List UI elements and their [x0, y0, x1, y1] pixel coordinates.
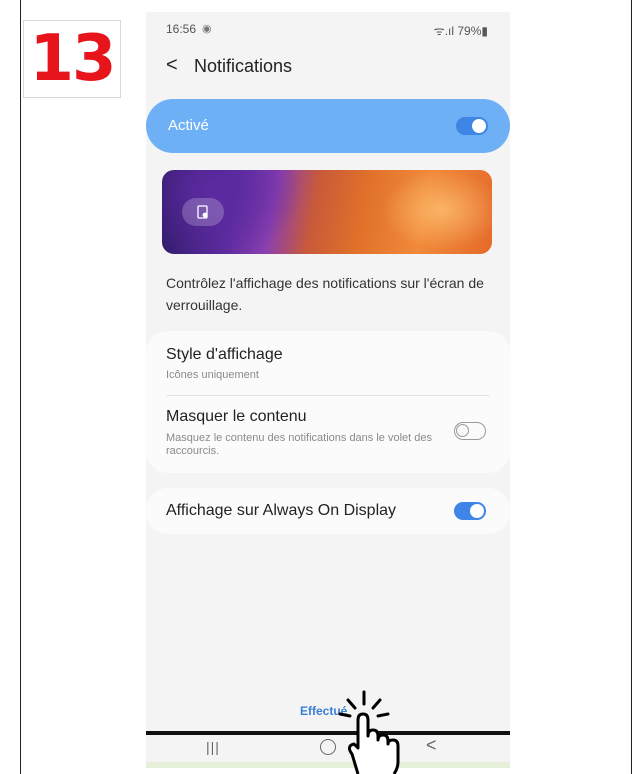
lockscreen-preview	[162, 170, 492, 254]
tap-hand-icon	[338, 690, 400, 774]
hide-content-subtitle: Masquez le contenu des notifications dan…	[166, 432, 432, 457]
back-icon[interactable]: <	[166, 54, 178, 76]
hide-content-row[interactable]: Masquer le contenu Masquez le contenu de…	[146, 396, 510, 473]
toggle-knob	[470, 504, 484, 518]
master-toggle-switch[interactable]	[456, 117, 488, 135]
status-time: 16:56	[166, 22, 197, 36]
style-row[interactable]: Style d'affichage Icônes uniquement	[146, 331, 510, 395]
hide-content-toggle[interactable]	[454, 422, 486, 440]
recents-icon[interactable]: |||	[206, 739, 220, 755]
settings-doc-icon	[197, 205, 208, 219]
lock-screen-settings-icon[interactable]	[182, 198, 224, 226]
nav-back-icon[interactable]: <	[426, 735, 437, 756]
style-title: Style d'affichage	[166, 346, 283, 363]
step-number-badge: 13	[23, 20, 121, 98]
status-bar: 16:56 ◉ ᯤ.ıl 79%▮	[146, 12, 510, 48]
header: < Notifications	[146, 52, 510, 80]
hide-content-title: Masquer le contenu	[166, 408, 307, 425]
status-indicator-icon: ◉	[202, 23, 212, 35]
description-text: Contrôlez l'affichage des notifications …	[166, 275, 484, 313]
page-title: Notifications	[194, 56, 293, 76]
phone-screen: 16:56 ◉ ᯤ.ıl 79%▮ < Notifications Activé…	[146, 12, 510, 762]
master-toggle-label: Activé	[168, 117, 209, 134]
toggle-knob	[456, 424, 469, 437]
settings-card: Style d'affichage Icônes uniquement Masq…	[146, 331, 510, 473]
aod-card[interactable]: Affichage sur Always On Display	[146, 488, 510, 534]
status-battery: ᯤ.ıl 79%▮	[433, 24, 488, 38]
aod-title: Affichage sur Always On Display	[166, 502, 397, 519]
master-toggle-row[interactable]: Activé	[146, 99, 510, 153]
style-subtitle: Icônes uniquement	[166, 369, 259, 381]
aod-toggle[interactable]	[454, 502, 486, 520]
step-number: 13	[29, 22, 116, 96]
toggle-knob	[472, 119, 486, 133]
